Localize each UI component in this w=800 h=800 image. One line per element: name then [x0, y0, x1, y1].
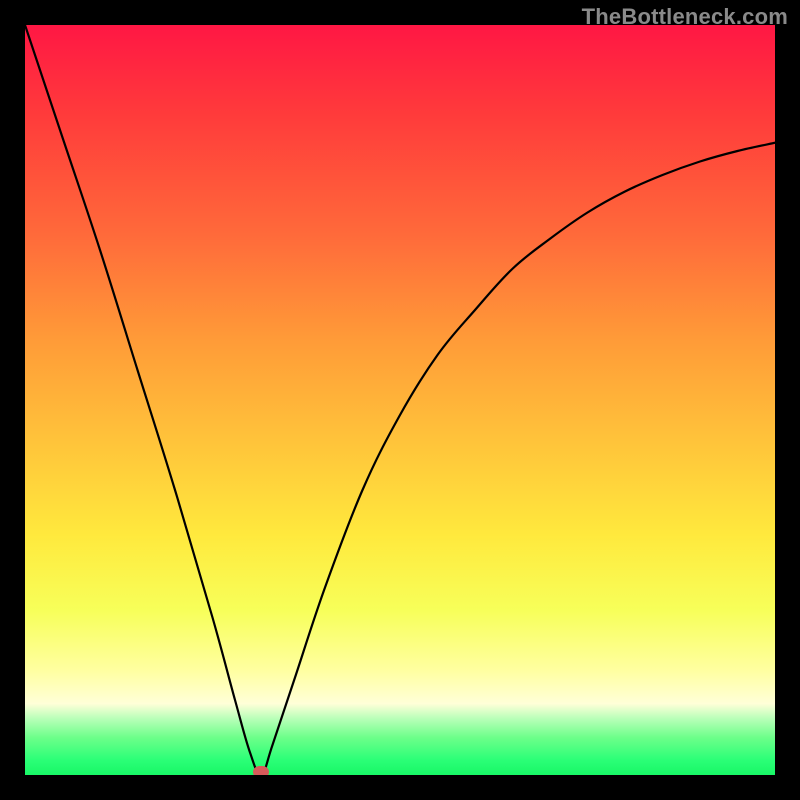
minimum-marker: [253, 766, 269, 775]
plot-area: [25, 25, 775, 775]
watermark-text: TheBottleneck.com: [582, 4, 788, 30]
chart-frame: TheBottleneck.com: [0, 0, 800, 800]
bottleneck-curve: [25, 25, 775, 775]
